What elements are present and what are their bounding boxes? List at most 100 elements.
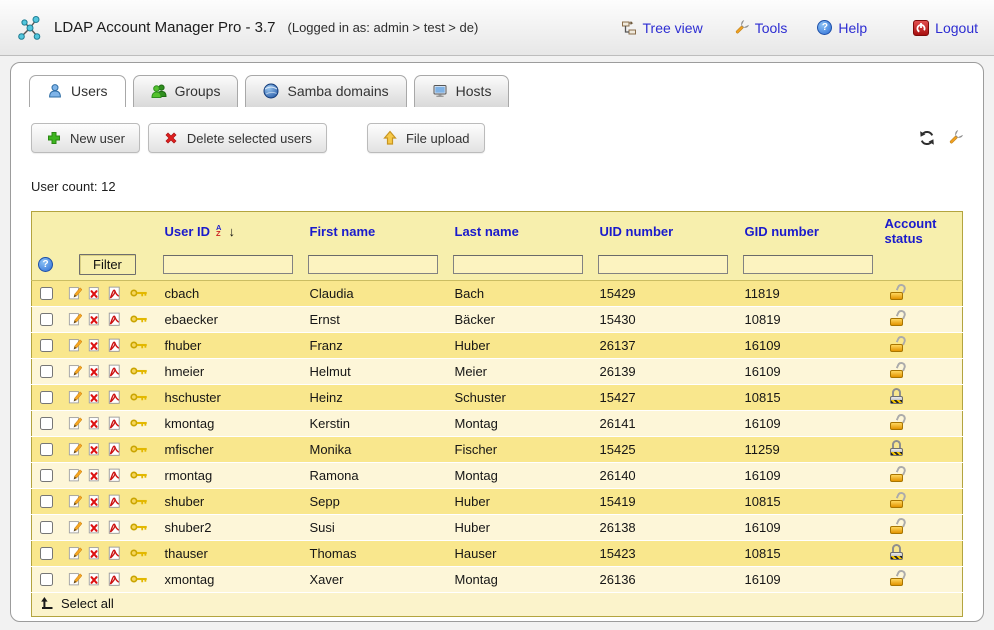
edit-icon[interactable]	[68, 285, 82, 301]
delete-icon[interactable]	[87, 571, 101, 587]
delete-selected-button[interactable]: Delete selected users	[148, 123, 327, 153]
row-checkbox[interactable]	[40, 391, 53, 404]
account-status-icon[interactable]	[890, 284, 907, 300]
refresh-icon[interactable]	[919, 130, 935, 146]
key-icon[interactable]	[130, 287, 148, 299]
pdf-icon[interactable]	[107, 389, 121, 405]
edit-icon[interactable]	[68, 415, 82, 431]
account-status-icon[interactable]	[890, 414, 907, 430]
header-user-id[interactable]: User ID AZ↓	[157, 212, 302, 251]
filter-first-name-input[interactable]	[308, 255, 438, 274]
key-icon[interactable]	[130, 417, 148, 429]
key-icon[interactable]	[130, 521, 148, 533]
pdf-icon[interactable]	[107, 337, 121, 353]
account-status-icon[interactable]	[890, 518, 907, 534]
pdf-icon[interactable]	[107, 441, 121, 457]
new-user-button[interactable]: New user	[31, 123, 140, 153]
tab-users[interactable]: Users	[29, 75, 126, 107]
filter-last-name-input[interactable]	[453, 255, 583, 274]
account-status-icon[interactable]	[890, 544, 907, 560]
row-checkbox[interactable]	[40, 287, 53, 300]
tab-samba-domains[interactable]: Samba domains	[245, 75, 406, 107]
delete-icon[interactable]	[87, 311, 101, 327]
row-checkbox[interactable]	[40, 495, 53, 508]
edit-icon[interactable]	[68, 493, 82, 509]
key-icon[interactable]	[130, 443, 148, 455]
filter-user-id-input[interactable]	[163, 255, 293, 274]
key-icon[interactable]	[130, 391, 148, 403]
pdf-icon[interactable]	[107, 415, 121, 431]
edit-icon[interactable]	[68, 545, 82, 561]
filter-gid-number-input[interactable]	[743, 255, 873, 274]
select-all-control[interactable]: Select all	[40, 596, 114, 611]
header-uid-number[interactable]: UID number	[592, 212, 737, 251]
row-checkbox[interactable]	[40, 313, 53, 326]
account-status-icon[interactable]	[890, 466, 907, 482]
edit-icon[interactable]	[68, 311, 82, 327]
pdf-icon[interactable]	[107, 571, 121, 587]
account-status-icon[interactable]	[890, 570, 907, 586]
key-icon[interactable]	[130, 573, 148, 585]
tools-link[interactable]: Tools	[733, 20, 788, 36]
account-status-icon[interactable]	[890, 388, 907, 404]
row-checkbox[interactable]	[40, 417, 53, 430]
filter-button[interactable]: Filter	[79, 254, 136, 275]
key-icon[interactable]	[130, 495, 148, 507]
account-status-icon[interactable]	[890, 492, 907, 508]
pdf-icon[interactable]	[107, 519, 121, 535]
file-upload-button[interactable]: File upload	[367, 123, 485, 153]
edit-icon[interactable]	[68, 363, 82, 379]
account-status-icon[interactable]	[890, 310, 907, 326]
row-checkbox[interactable]	[40, 521, 53, 534]
edit-icon[interactable]	[68, 337, 82, 353]
edit-icon[interactable]	[68, 519, 82, 535]
row-checkbox[interactable]	[40, 469, 53, 482]
cell-gid-number: 16109	[737, 358, 877, 384]
delete-icon[interactable]	[87, 389, 101, 405]
pdf-icon[interactable]	[107, 363, 121, 379]
tab-hosts[interactable]: Hosts	[414, 75, 510, 107]
tab-groups[interactable]: Groups	[133, 75, 239, 107]
row-checkbox[interactable]	[40, 365, 53, 378]
row-checkbox[interactable]	[40, 547, 53, 560]
row-checkbox[interactable]	[40, 443, 53, 456]
header-first-name[interactable]: First name	[302, 212, 447, 251]
edit-icon[interactable]	[68, 571, 82, 587]
delete-icon[interactable]	[87, 545, 101, 561]
edit-icon[interactable]	[68, 389, 82, 405]
delete-icon[interactable]	[87, 493, 101, 509]
delete-icon[interactable]	[87, 285, 101, 301]
delete-icon[interactable]	[87, 415, 101, 431]
pdf-icon[interactable]	[107, 493, 121, 509]
edit-icon[interactable]	[68, 441, 82, 457]
account-status-icon[interactable]	[890, 336, 907, 352]
row-checkbox[interactable]	[40, 573, 53, 586]
delete-icon[interactable]	[87, 441, 101, 457]
key-icon[interactable]	[130, 313, 148, 325]
account-status-icon[interactable]	[890, 362, 907, 378]
delete-icon[interactable]	[87, 363, 101, 379]
filter-help-icon[interactable]: ?	[38, 257, 53, 272]
key-icon[interactable]	[130, 339, 148, 351]
header-account-status[interactable]: Account status	[877, 212, 963, 251]
delete-icon[interactable]	[87, 337, 101, 353]
account-status-icon[interactable]	[890, 440, 907, 456]
pdf-icon[interactable]	[107, 285, 121, 301]
key-icon[interactable]	[130, 469, 148, 481]
logout-link[interactable]: Logout	[913, 20, 978, 36]
delete-icon[interactable]	[87, 467, 101, 483]
pdf-icon[interactable]	[107, 545, 121, 561]
settings-wrench-icon[interactable]	[947, 130, 963, 146]
edit-icon[interactable]	[68, 467, 82, 483]
delete-icon[interactable]	[87, 519, 101, 535]
key-icon[interactable]	[130, 365, 148, 377]
row-checkbox[interactable]	[40, 339, 53, 352]
key-icon[interactable]	[130, 547, 148, 559]
filter-uid-number-input[interactable]	[598, 255, 728, 274]
pdf-icon[interactable]	[107, 467, 121, 483]
help-link[interactable]: ? Help	[817, 20, 867, 36]
tree-view-link[interactable]: Tree view	[621, 20, 703, 36]
pdf-icon[interactable]	[107, 311, 121, 327]
header-last-name[interactable]: Last name	[447, 212, 592, 251]
header-gid-number[interactable]: GID number	[737, 212, 877, 251]
